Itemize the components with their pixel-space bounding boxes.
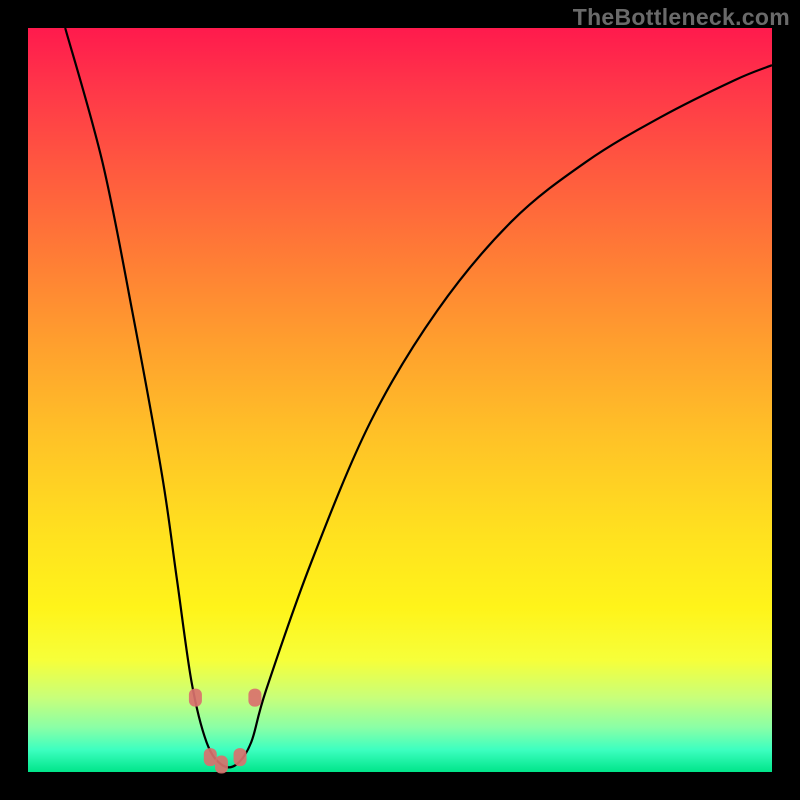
plot-area xyxy=(28,28,772,772)
marker-group xyxy=(189,689,262,774)
watermark-text: TheBottleneck.com xyxy=(573,4,790,31)
curve-marker xyxy=(215,756,228,774)
curve-marker xyxy=(189,689,202,707)
curve-marker xyxy=(204,748,217,766)
curve-marker xyxy=(248,689,261,707)
chart-svg xyxy=(28,28,772,772)
curve-marker xyxy=(234,748,247,766)
bottleneck-curve xyxy=(65,28,772,767)
